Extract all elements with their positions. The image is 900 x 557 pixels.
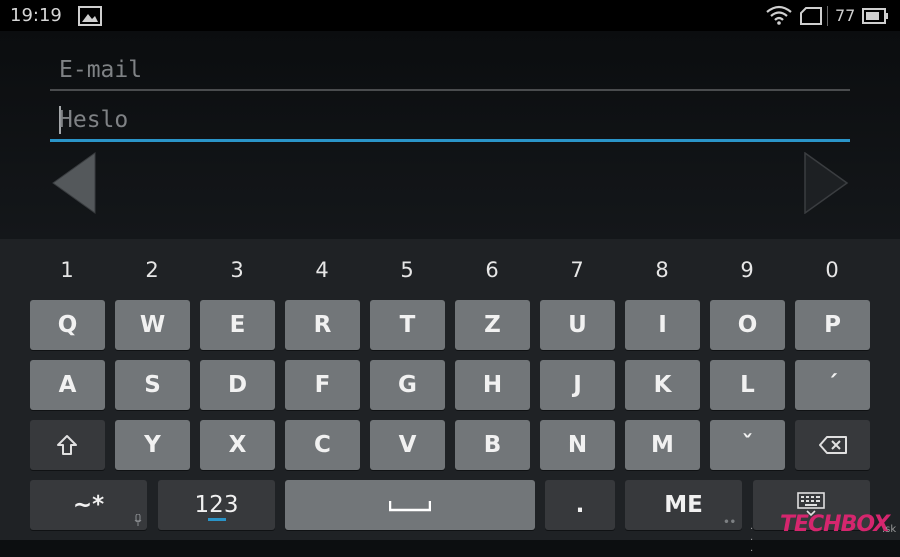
number-key[interactable]: 2 bbox=[114, 258, 190, 282]
watermark-suffix: .sk bbox=[882, 524, 897, 535]
key-u[interactable]: U bbox=[540, 300, 615, 350]
watermark-brand: TECHBOX bbox=[780, 512, 890, 537]
number-key[interactable]: 7 bbox=[539, 258, 615, 282]
number-row: 1 2 3 4 5 6 7 8 9 0 bbox=[0, 239, 900, 299]
status-time: 19:19 bbox=[10, 5, 62, 26]
key-y[interactable]: Y bbox=[115, 420, 190, 470]
shift-icon bbox=[57, 435, 77, 455]
password-underline-focused bbox=[50, 139, 850, 142]
language-key[interactable]: ME •• bbox=[625, 480, 742, 530]
key-x[interactable]: X bbox=[200, 420, 275, 470]
key-l[interactable]: L bbox=[710, 360, 785, 410]
number-key[interactable]: 4 bbox=[284, 258, 360, 282]
soft-keyboard: 1 2 3 4 5 6 7 8 9 0 Q W E R T Z U I O P … bbox=[0, 239, 900, 540]
key-q[interactable]: Q bbox=[30, 300, 105, 350]
number-key[interactable]: 3 bbox=[199, 258, 275, 282]
period-key[interactable]: . bbox=[545, 480, 615, 530]
key-e[interactable]: E bbox=[200, 300, 275, 350]
login-form: E-mail Heslo bbox=[0, 31, 900, 239]
key-f[interactable]: F bbox=[285, 360, 360, 410]
password-field[interactable]: Heslo bbox=[50, 101, 850, 142]
previous-arrow-icon[interactable] bbox=[51, 152, 97, 218]
number-key[interactable]: 0 bbox=[794, 258, 870, 282]
password-placeholder: Heslo bbox=[59, 107, 129, 133]
backspace-key[interactable] bbox=[795, 420, 870, 470]
key-acute-accent[interactable]: ´ bbox=[795, 360, 870, 410]
key-k[interactable]: K bbox=[625, 360, 700, 410]
key-i[interactable]: I bbox=[625, 300, 700, 350]
status-bar: 19:19 77 bbox=[0, 0, 900, 31]
email-field[interactable]: E-mail bbox=[50, 51, 850, 91]
number-key[interactable]: 8 bbox=[624, 258, 700, 282]
key-o[interactable]: O bbox=[710, 300, 785, 350]
key-v[interactable]: V bbox=[370, 420, 445, 470]
symbols-key[interactable]: ~* bbox=[30, 480, 147, 530]
key-g[interactable]: G bbox=[370, 360, 445, 410]
number-key[interactable]: 5 bbox=[369, 258, 445, 282]
space-icon bbox=[389, 501, 431, 512]
microphone-icon bbox=[134, 514, 142, 526]
numeric-key[interactable]: 123 bbox=[158, 480, 275, 530]
backspace-icon bbox=[819, 436, 847, 454]
key-t[interactable]: T bbox=[370, 300, 445, 350]
key-s[interactable]: S bbox=[115, 360, 190, 410]
email-placeholder: E-mail bbox=[59, 57, 143, 83]
watermark-dots: · · · bbox=[750, 524, 755, 557]
next-arrow-icon[interactable] bbox=[803, 151, 849, 218]
key-d[interactable]: D bbox=[200, 360, 275, 410]
battery-level: 77 bbox=[835, 6, 856, 25]
key-caron[interactable]: ˇ bbox=[710, 420, 785, 470]
key-r[interactable]: R bbox=[285, 300, 360, 350]
image-icon bbox=[78, 6, 102, 30]
key-a[interactable]: A bbox=[30, 360, 105, 410]
email-underline bbox=[50, 89, 850, 91]
key-z[interactable]: Z bbox=[455, 300, 530, 350]
key-w[interactable]: W bbox=[115, 300, 190, 350]
key-m[interactable]: M bbox=[625, 420, 700, 470]
number-key[interactable]: 1 bbox=[29, 258, 105, 282]
status-divider bbox=[827, 6, 828, 26]
tablet-icon bbox=[800, 7, 822, 29]
number-key[interactable]: 9 bbox=[709, 258, 785, 282]
wifi-icon bbox=[766, 5, 792, 29]
key-j[interactable]: J bbox=[540, 360, 615, 410]
key-n[interactable]: N bbox=[540, 420, 615, 470]
key-h[interactable]: H bbox=[455, 360, 530, 410]
battery-icon bbox=[862, 8, 890, 28]
symbols-label: ~* bbox=[72, 492, 105, 518]
key-c[interactable]: C bbox=[285, 420, 360, 470]
key-p[interactable]: P bbox=[795, 300, 870, 350]
numeric-underline bbox=[207, 518, 226, 521]
more-dots: •• bbox=[723, 517, 736, 528]
numeric-label: 123 bbox=[194, 492, 239, 518]
shift-key[interactable] bbox=[30, 420, 105, 470]
key-b[interactable]: B bbox=[455, 420, 530, 470]
space-key[interactable] bbox=[285, 480, 535, 530]
number-key[interactable]: 6 bbox=[454, 258, 530, 282]
